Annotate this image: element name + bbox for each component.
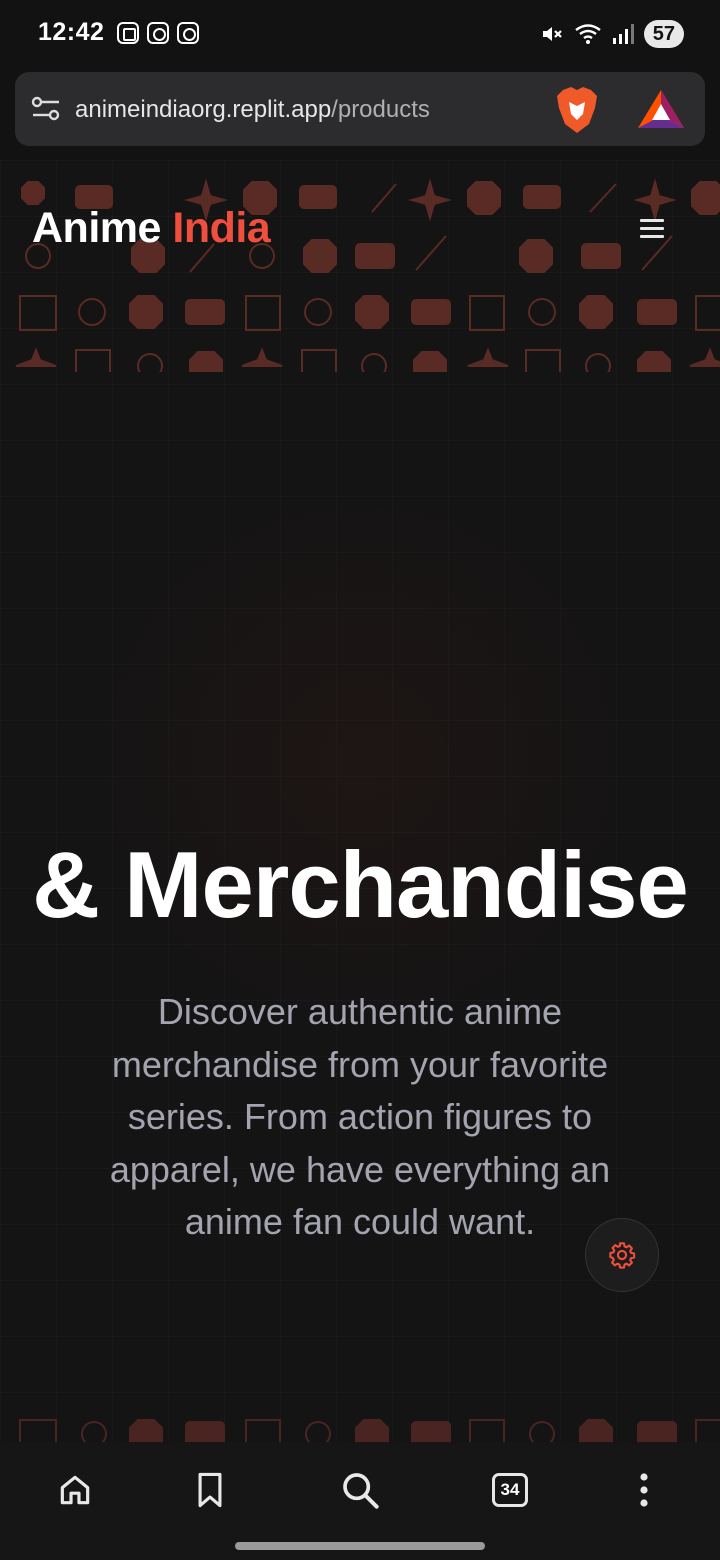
status-bar: 12:42 57 bbox=[0, 0, 720, 66]
bat-rewards-icon[interactable] bbox=[638, 90, 684, 130]
notification-icons bbox=[117, 22, 199, 44]
decorative-pattern bbox=[0, 160, 720, 372]
battery-indicator: 57 bbox=[643, 20, 684, 48]
screenshot-icon bbox=[117, 22, 139, 44]
hamburger-menu-icon[interactable] bbox=[640, 219, 664, 239]
search-icon bbox=[343, 1473, 379, 1509]
address-bar[interactable]: animeindiaorg.replit.app/products bbox=[15, 72, 705, 146]
more-icon bbox=[640, 1473, 648, 1507]
brand-accent: India bbox=[172, 204, 271, 252]
instagram-icon bbox=[177, 22, 199, 44]
system-icons: 57 bbox=[540, 20, 684, 48]
browser-bottom-toolbar: 34 bbox=[0, 1442, 720, 1560]
url-path: /products bbox=[331, 96, 430, 123]
tabs-icon: 34 bbox=[492, 1473, 528, 1507]
brave-icon[interactable] bbox=[555, 86, 599, 134]
bookmark-icon bbox=[198, 1472, 222, 1508]
gesture-bar[interactable] bbox=[235, 1542, 485, 1550]
web-page: Anime India & Merchandise Discover authe… bbox=[0, 160, 720, 1442]
home-icon bbox=[60, 1475, 90, 1505]
search-button[interactable] bbox=[336, 1466, 384, 1514]
decorative-pattern-bottom bbox=[0, 1416, 720, 1442]
more-options-button[interactable] bbox=[620, 1466, 668, 1514]
hero-title: & Merchandise bbox=[32, 832, 689, 937]
instagram-icon bbox=[147, 22, 169, 44]
url-domain: animeindiaorg.replit.app bbox=[75, 96, 332, 123]
url-text[interactable]: animeindiaorg.replit.app/products bbox=[75, 96, 430, 124]
site-logo[interactable]: Anime India bbox=[32, 204, 271, 253]
status-time: 12:42 bbox=[38, 18, 105, 46]
home-button[interactable] bbox=[51, 1466, 99, 1514]
wifi-icon bbox=[575, 24, 601, 44]
hero-description: Discover authentic anime merchandise fro… bbox=[109, 991, 611, 1242]
mute-icon bbox=[542, 27, 562, 41]
tabs-button[interactable]: 34 bbox=[486, 1466, 534, 1514]
site-settings-icon[interactable] bbox=[31, 95, 61, 123]
signal-icon bbox=[612, 24, 634, 44]
bookmarks-button[interactable] bbox=[186, 1466, 234, 1514]
settings-fab[interactable] bbox=[585, 1218, 659, 1292]
gear-icon bbox=[609, 1242, 636, 1269]
hero-glow bbox=[60, 460, 660, 1060]
brand-main: Anime bbox=[32, 204, 161, 252]
